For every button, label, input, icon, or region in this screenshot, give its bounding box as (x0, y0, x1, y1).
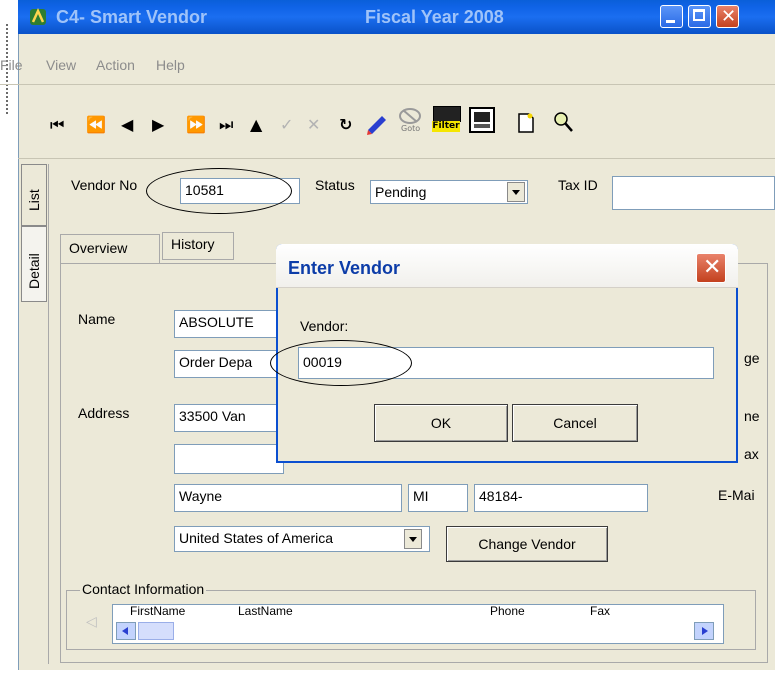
address1-field[interactable]: 33500 Van (174, 404, 284, 432)
previous-page-icon[interactable]: ⏪ (86, 117, 106, 133)
report-icon[interactable] (468, 106, 496, 134)
filter-label: Filter (432, 121, 460, 132)
name-field[interactable]: ABSOLUTE (174, 310, 284, 338)
right-label-clipped-2: ne (744, 408, 760, 424)
status-select[interactable]: Pending (370, 180, 528, 204)
scroll-left-button[interactable] (116, 622, 136, 640)
refresh-icon[interactable]: ↻ (339, 117, 352, 133)
address-label: Address (78, 405, 130, 421)
menu-file[interactable]: File (0, 57, 23, 73)
name2-field[interactable]: Order Depa (174, 350, 284, 378)
tab-overview[interactable]: Overview (60, 234, 160, 264)
ok-button[interactable]: OK (374, 404, 508, 442)
tab-history[interactable]: History (162, 232, 234, 260)
contact-grid[interactable] (112, 604, 724, 644)
status-dropdown-icon[interactable] (507, 182, 525, 202)
scroll-right-button[interactable] (694, 622, 714, 640)
cancel-icon[interactable]: ✕ (307, 117, 320, 133)
name-label: Name (78, 311, 116, 327)
maximize-button[interactable] (688, 5, 711, 28)
minimize-button[interactable] (660, 5, 683, 28)
new-document-icon[interactable] (517, 112, 535, 138)
column-header-fax[interactable]: Fax (590, 604, 610, 618)
annotation-ellipse (270, 340, 412, 386)
menu-help[interactable]: Help (156, 57, 185, 73)
change-vendor-button[interactable]: Change Vendor (446, 526, 608, 562)
annotation-ellipse (146, 168, 292, 214)
first-record-icon[interactable]: ⏮ (50, 117, 64, 133)
scroll-left-disabled-icon: ◁ (86, 614, 97, 630)
email-label: E-Mai (718, 487, 755, 503)
column-header-phone[interactable]: Phone (490, 604, 525, 618)
scroll-thumb[interactable] (138, 622, 174, 640)
dialog-close-button[interactable]: ✕ (696, 253, 726, 283)
close-icon: ✕ (703, 255, 722, 280)
edit-icon[interactable] (364, 112, 390, 140)
next-page-icon[interactable]: ⏩ (186, 117, 206, 133)
menu-view[interactable]: View (46, 57, 76, 73)
previous-record-icon[interactable]: ◀ (121, 117, 133, 133)
toolbar-separator (18, 158, 775, 159)
right-label-clipped-3: ax (744, 446, 759, 462)
next-record-icon[interactable]: ▶ (152, 117, 164, 133)
menu-action[interactable]: Action (96, 57, 135, 73)
country-select[interactable]: United States of America (174, 526, 430, 552)
goto-label: Goto (401, 124, 421, 133)
zip-field[interactable]: 48184- (474, 484, 648, 512)
city-field[interactable]: Wayne (174, 484, 402, 512)
close-window-button[interactable]: ✕ (716, 5, 739, 28)
up-icon[interactable]: ▲ (250, 117, 262, 133)
state-field[interactable]: MI (408, 484, 468, 512)
address2-field[interactable] (174, 444, 284, 474)
tab-history-label: History (171, 236, 215, 252)
filter-icon[interactable]: Filter (431, 106, 461, 134)
app-logo-icon (28, 7, 48, 27)
confirm-icon[interactable]: ✓ (280, 117, 293, 133)
tab-list[interactable]: List (21, 164, 47, 226)
column-header-lastname[interactable]: LastName (238, 604, 293, 618)
tab-detail[interactable]: Detail (21, 226, 47, 302)
tab-overview-label: Overview (69, 240, 128, 256)
vendor-no-label: Vendor No (71, 177, 138, 193)
column-header-firstname[interactable]: FirstName (130, 604, 185, 618)
dialog-title: Enter Vendor (288, 258, 401, 278)
right-label-clipped-1: ge (744, 350, 760, 366)
country-dropdown-icon[interactable] (404, 529, 422, 549)
vendor-label: Vendor: (300, 318, 349, 334)
menu-separator (0, 84, 775, 85)
tax-id-label: Tax ID (558, 177, 598, 193)
window-title: C4- Smart Vendor (56, 7, 208, 27)
tab-detail-label: Detail (26, 253, 42, 289)
close-icon: ✕ (721, 6, 737, 27)
cancel-button[interactable]: Cancel (512, 404, 638, 442)
goto-icon[interactable]: Goto (395, 106, 425, 136)
status-label: Status (315, 177, 355, 193)
fiscal-year-title: Fiscal Year 2008 (365, 7, 504, 27)
tax-id-field[interactable] (612, 176, 775, 210)
search-icon[interactable] (552, 110, 574, 138)
contact-information-legend: Contact Information (80, 581, 207, 597)
tab-list-label: List (26, 189, 42, 211)
last-record-icon[interactable]: ⏭ (219, 117, 233, 133)
